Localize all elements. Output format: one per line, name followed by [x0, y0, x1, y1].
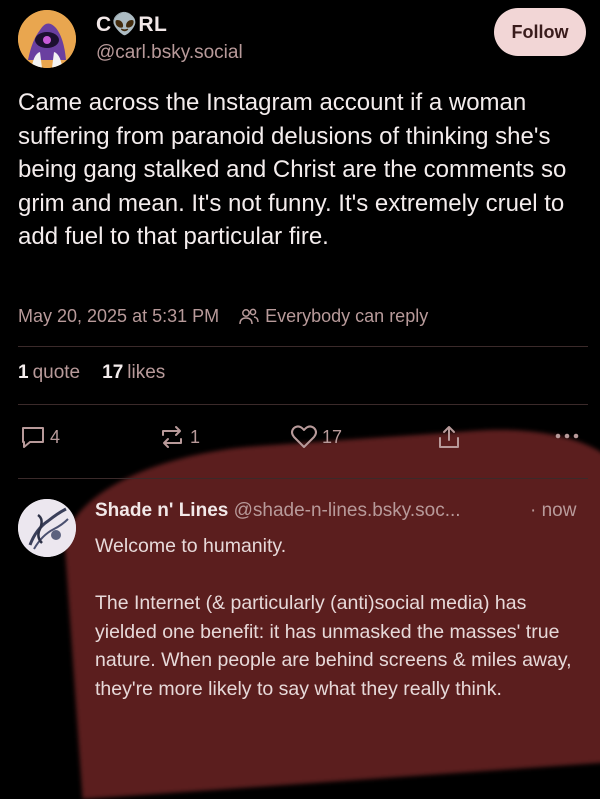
likes-stat[interactable]: 17 likes [102, 362, 165, 384]
follow-button[interactable]: Follow [494, 8, 586, 56]
ellipsis-icon [555, 433, 579, 439]
repost-count: 1 [190, 426, 201, 447]
divider [18, 404, 588, 405]
reply-paragraph: The Internet (& particularly (anti)socia… [95, 592, 572, 700]
author-handle[interactable]: @carl.bsky.social [96, 42, 243, 64]
reply-count: 4 [50, 426, 61, 447]
divider [18, 478, 588, 479]
author-avatar[interactable] [18, 10, 76, 68]
post-meta: May 20, 2025 at 5:31 PM Everybody can re… [18, 306, 428, 327]
reply-icon [22, 427, 44, 448]
reply-author-name[interactable]: Shade n' Lines [95, 500, 228, 521]
like-button[interactable]: 17 [290, 424, 342, 450]
repost-button[interactable]: 1 [158, 424, 200, 450]
people-icon [239, 308, 259, 324]
reply-setting[interactable]: Everybody can reply [265, 306, 428, 327]
author-name[interactable]: C👽RL [96, 13, 167, 37]
reply-author-handle[interactable]: @shade-n-lines.bsky.soc... [234, 500, 461, 521]
reply-paragraph: Welcome to humanity. [95, 535, 287, 557]
divider [18, 346, 588, 347]
more-options-button[interactable] [554, 426, 580, 446]
reply-button[interactable]: 4 [20, 424, 60, 450]
quotes-stat[interactable]: 1 quote [18, 362, 80, 384]
post-stats: 1 quote 17 likes [18, 362, 165, 384]
heart-icon [291, 425, 317, 448]
repost-icon [162, 426, 182, 448]
share-icon [439, 426, 459, 448]
reply-timestamp[interactable]: · now [530, 500, 576, 522]
share-button[interactable] [436, 424, 462, 450]
reply-header: Shade n' Lines @shade-n-lines.bsky.soc..… [95, 500, 461, 522]
post-actions: 4 1 17 [0, 424, 600, 452]
post-text: Came across the Instagram account if a w… [18, 89, 567, 250]
reply-author-avatar[interactable] [18, 499, 76, 557]
like-count: 17 [322, 426, 343, 447]
post-timestamp[interactable]: May 20, 2025 at 5:31 PM [18, 306, 219, 327]
reply-text: Welcome to humanity. The Internet (& par… [95, 532, 585, 732]
